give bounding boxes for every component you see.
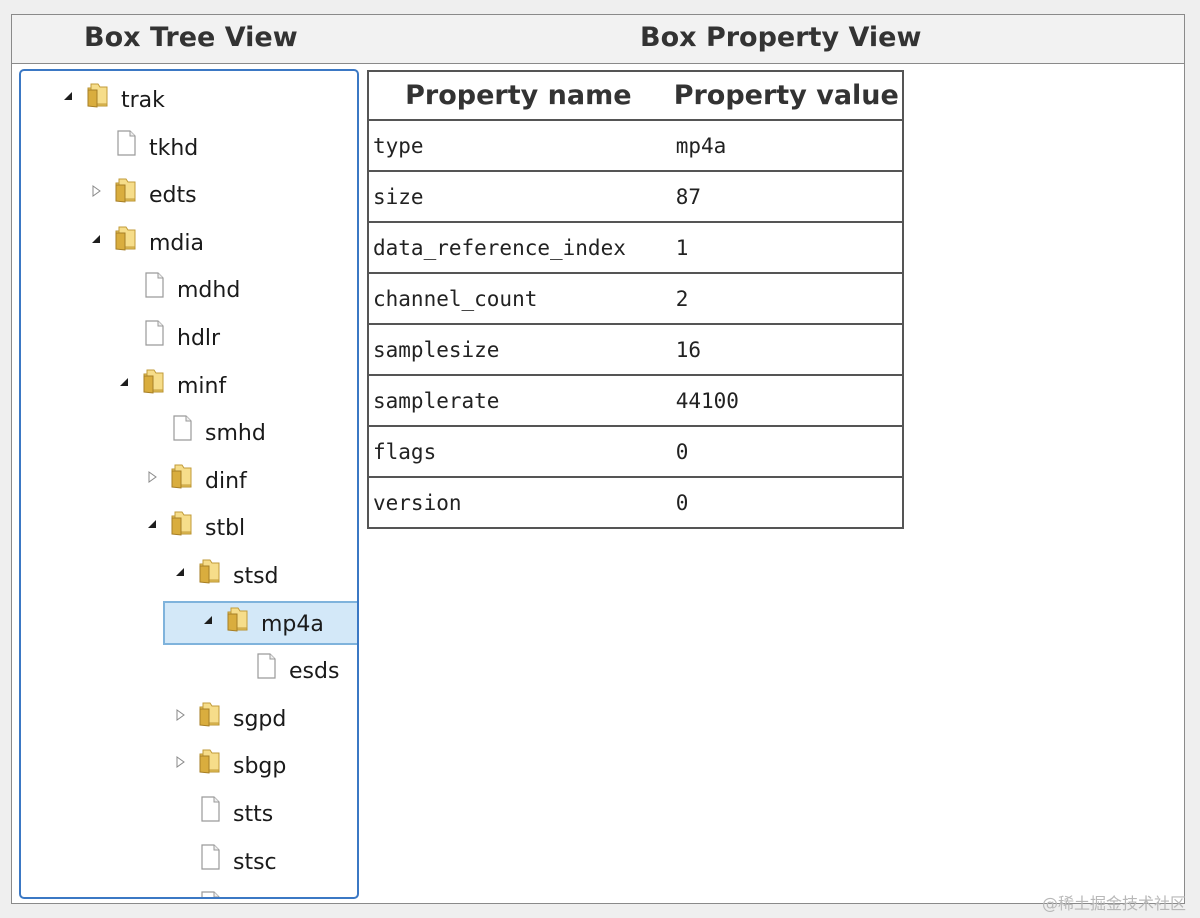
folder-icon: [87, 83, 108, 108]
tree-node[interactable]: sgpd: [21, 698, 351, 738]
property-value-cell: 16: [667, 324, 905, 376]
property-row[interactable]: samplesize 16: [367, 324, 905, 376]
tree-node-label: trak: [121, 88, 165, 113]
tree-node-label: minf: [177, 373, 227, 399]
collapsed-triangle-icon[interactable]: [147, 470, 159, 484]
folder-icon: [171, 464, 192, 489]
tree-node-label: mdia: [149, 230, 204, 256]
file-icon: [201, 891, 220, 897]
tree-node-label: stsd: [233, 564, 279, 589]
box-tree-view[interactable]: trak tkhd edts mdia mdhd hdlr minf smhd dinf stbl…: [19, 69, 359, 899]
folder-icon: [115, 178, 136, 203]
expanded-triangle-icon[interactable]: [203, 613, 215, 627]
property-name-cell: version: [367, 477, 668, 529]
tree-node-label: tkhd: [149, 135, 199, 161]
tree-node[interactable]: tkhd: [21, 127, 351, 167]
file-icon: [145, 320, 164, 346]
property-row[interactable]: size 87: [367, 171, 905, 223]
property-table-header: Property name Property value: [367, 70, 905, 121]
folder-icon: [115, 226, 136, 251]
tree-node[interactable]: dinf: [21, 460, 351, 500]
property-value-cell: mp4a: [667, 120, 905, 172]
expanded-triangle-icon[interactable]: [63, 89, 75, 103]
property-value-cell: 0: [667, 477, 905, 529]
property-name-cell: flags: [367, 426, 668, 478]
property-name-cell: samplesize: [367, 324, 668, 376]
folder-icon: [199, 702, 220, 727]
expanded-triangle-icon[interactable]: [91, 232, 103, 246]
tree-node[interactable]: esds: [21, 650, 351, 690]
tree-node-label: stsc: [233, 849, 277, 875]
expanded-triangle-icon[interactable]: [119, 375, 131, 389]
collapsed-triangle-icon[interactable]: [175, 755, 187, 769]
property-row[interactable]: version 0: [367, 477, 905, 529]
property-row[interactable]: type mp4a: [367, 120, 905, 172]
file-icon: [201, 796, 220, 822]
tree-node[interactable]: edts: [21, 174, 351, 214]
file-icon: [257, 653, 276, 679]
folder-icon: [143, 369, 164, 394]
header-bar: Box Tree View Box Property View: [12, 15, 1184, 64]
property-value-cell: 0: [667, 426, 905, 478]
file-icon: [145, 272, 164, 298]
file-icon: [117, 129, 136, 156]
property-row[interactable]: samplerate 44100: [367, 375, 905, 427]
folder-icon: [171, 511, 192, 536]
tree-node-label: mp4a: [261, 611, 324, 637]
tree-view-title: Box Tree View: [84, 22, 298, 53]
tree-node-selected[interactable]: mp4a: [163, 600, 357, 645]
column-header-property-value[interactable]: Property value: [667, 70, 905, 121]
file-icon: [173, 415, 192, 441]
property-value-cell: 1: [667, 222, 905, 274]
property-name-cell: samplerate: [367, 375, 668, 427]
tree-node-label: sgpd: [233, 706, 287, 732]
folder-icon: [199, 559, 220, 584]
tree-node-label: stts: [233, 802, 274, 827]
collapsed-triangle-icon[interactable]: [175, 708, 187, 722]
file-icon: [201, 843, 220, 870]
tree-node-label: esds: [289, 659, 340, 685]
property-row[interactable]: data_reference_index 1: [367, 222, 905, 274]
property-name-cell: channel_count: [367, 273, 668, 325]
property-view-title: Box Property View: [640, 22, 922, 53]
tree-node[interactable]: stts: [21, 793, 351, 833]
tree-node-label: smhd: [205, 421, 266, 447]
tree-node[interactable]: mdhd: [21, 269, 351, 309]
property-table-body: type mp4a size 87 data_reference_index 1 chann…: [367, 120, 905, 529]
column-header-property-name[interactable]: Property name: [367, 70, 668, 121]
expanded-triangle-icon[interactable]: [147, 517, 159, 531]
property-value-cell: 2: [667, 273, 905, 325]
property-name-cell: size: [367, 171, 668, 223]
tree-node-label: edts: [149, 183, 197, 209]
tree-node[interactable]: stbl: [21, 507, 351, 547]
expanded-triangle-icon[interactable]: [175, 565, 187, 579]
property-name-cell: data_reference_index: [367, 222, 668, 274]
tree-node[interactable]: sbgp: [21, 745, 351, 785]
tree-node[interactable]: minf: [21, 365, 351, 405]
folder-icon: [227, 607, 248, 632]
tree-node-label: hdlr: [177, 326, 221, 351]
watermark: @稀土掘金技术社区: [1041, 894, 1186, 913]
property-row[interactable]: channel_count 2: [367, 273, 905, 325]
tree-node[interactable]: mdia: [21, 222, 351, 262]
tree-node-label: dinf: [205, 468, 247, 494]
property-name-cell: type: [367, 120, 668, 172]
tree-node[interactable]: smhd: [21, 412, 351, 452]
tree-node[interactable]: hdlr: [21, 317, 351, 357]
tree-node-label: mdhd: [177, 278, 241, 304]
tree-node[interactable]: stsd: [21, 555, 351, 595]
tree-node-label: sbgp: [233, 754, 287, 780]
tree-node[interactable]: trak: [21, 79, 351, 119]
property-row[interactable]: flags 0: [367, 426, 905, 478]
tree-node[interactable]: stsc: [21, 841, 351, 881]
tree-node[interactable]: [21, 888, 351, 897]
property-value-cell: 87: [667, 171, 905, 223]
folder-icon: [199, 749, 220, 774]
property-value-cell: 44100: [667, 375, 905, 427]
app-window: Box Tree View Box Property View trak tkhd…: [11, 14, 1185, 904]
tree-node-label: stbl: [205, 516, 246, 542]
collapsed-triangle-icon[interactable]: [91, 184, 103, 198]
property-table: Property name Property value type mp4a siz…: [367, 70, 905, 529]
